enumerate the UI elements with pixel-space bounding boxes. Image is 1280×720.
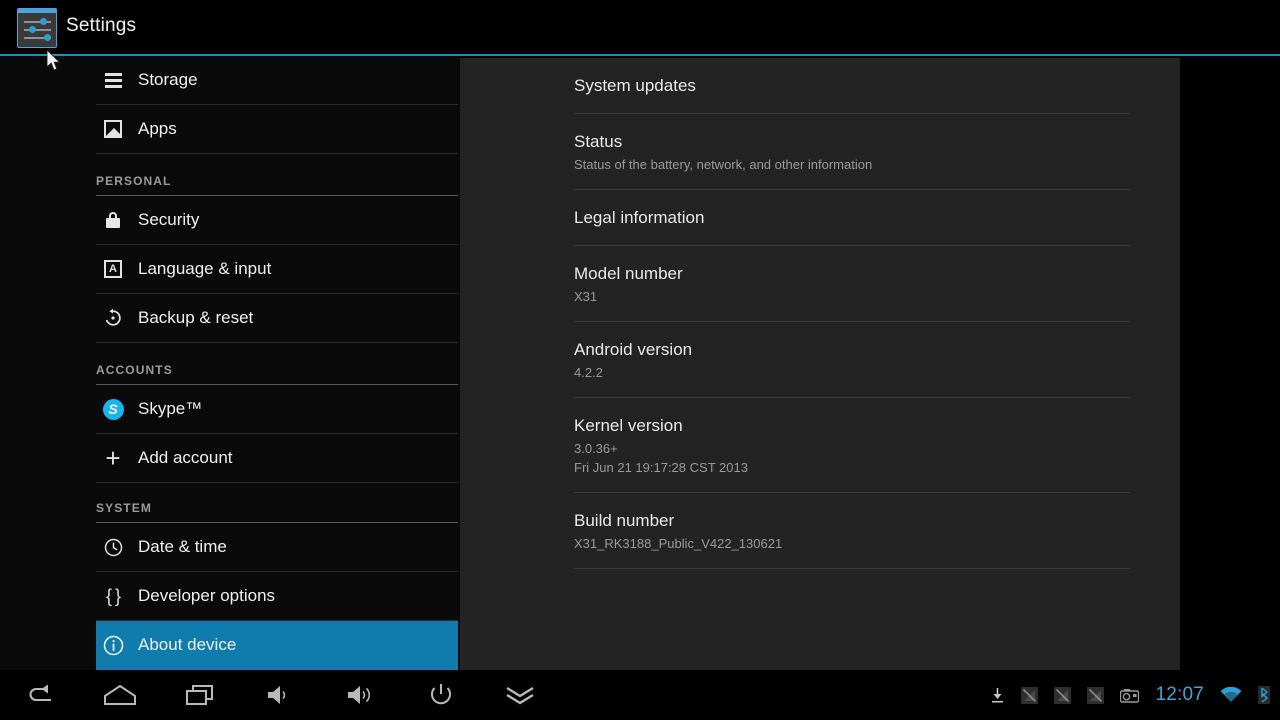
pref-title: Kernel version	[574, 416, 683, 435]
mouse-cursor	[47, 50, 61, 71]
pref-kernel-version[interactable]: Kernel version 3.0.36+ Fri Jun 21 19:17:…	[574, 398, 1130, 493]
wifi-icon[interactable]	[1220, 686, 1242, 704]
sidebar-item-label: Apps	[138, 119, 177, 138]
sidebar-item-security[interactable]: Security	[96, 196, 458, 245]
sidebar-item-label: Backup & reset	[138, 308, 254, 327]
settings-sidebar: Storage Apps PERSONAL Security A Languag…	[0, 56, 460, 670]
no-signal-icon[interactable]	[1054, 686, 1072, 704]
system-navigation-bar: 12:07	[0, 670, 1280, 720]
back-icon[interactable]	[4, 670, 76, 720]
sidebar-item-apps[interactable]: Apps	[96, 105, 458, 154]
language-icon: A	[96, 260, 130, 278]
pref-legal-information[interactable]: Legal information	[574, 190, 1130, 246]
status-clock: 12:07	[1155, 684, 1204, 705]
pref-summary: X31_RK3188_Public_V422_130621	[574, 536, 783, 551]
skype-icon: S	[96, 398, 130, 420]
sidebar-item-label: Developer options	[138, 586, 276, 605]
page-title: Settings	[66, 15, 137, 36]
sidebar-item-date-time[interactable]: Date & time	[96, 523, 458, 572]
backup-reset-icon	[96, 308, 130, 328]
sidebar-item-backup-reset[interactable]: Backup & reset	[96, 294, 458, 343]
sidebar-header-personal: PERSONAL	[96, 154, 458, 196]
screenshot-camera-icon[interactable]	[1120, 688, 1140, 703]
pref-status[interactable]: Status Status of the battery, network, a…	[574, 114, 1130, 190]
pref-build-number[interactable]: Build number X31_RK3188_Public_V422_1306…	[574, 493, 1130, 569]
sidebar-item-label: Date & time	[138, 537, 227, 556]
sidebar-item-label: Security	[138, 210, 200, 229]
sidebar-item-add-account[interactable]: + Add account	[96, 434, 458, 483]
bluetooth-icon[interactable]	[1258, 686, 1270, 704]
about-device-panel: System updates Status Status of the batt…	[460, 58, 1180, 670]
pref-title: Legal information	[574, 208, 705, 227]
home-icon[interactable]	[84, 670, 156, 720]
sidebar-item-label: Language & input	[138, 259, 272, 278]
clock-icon	[96, 538, 130, 557]
volume-up-icon[interactable]	[325, 670, 397, 720]
sidebar-item-about-device[interactable]: About device	[96, 621, 458, 670]
pref-system-updates[interactable]: System updates	[574, 58, 1130, 114]
pref-summary: X31	[574, 289, 598, 304]
pref-title: System updates	[574, 76, 696, 95]
title-bar: Settings	[0, 0, 1280, 55]
plus-icon: +	[105, 443, 121, 473]
sidebar-item-label: About device	[138, 635, 237, 654]
recents-icon[interactable]	[164, 670, 236, 720]
info-circle-icon	[96, 635, 130, 656]
pref-title: Model number	[574, 264, 683, 283]
sidebar-item-skype[interactable]: S Skype™	[96, 385, 458, 434]
settings-sliders-icon[interactable]	[17, 8, 57, 48]
pref-summary: Status of the battery, network, and othe…	[574, 157, 873, 172]
volume-down-icon[interactable]	[243, 670, 315, 720]
download-icon[interactable]	[990, 687, 1005, 704]
pref-title: Status	[574, 132, 623, 151]
pref-title: Android version	[574, 340, 693, 359]
sidebar-header-accounts: ACCOUNTS	[96, 343, 458, 385]
sidebar-item-developer-options[interactable]: { } Developer options	[96, 572, 458, 621]
pref-title: Build number	[574, 511, 675, 530]
hide-navbar-icon[interactable]	[484, 670, 556, 720]
pref-summary: 4.2.2	[574, 365, 603, 380]
storage-icon	[96, 72, 130, 88]
status-tray: 12:07	[990, 670, 1270, 720]
sidebar-header-system: SYSTEM	[96, 483, 458, 523]
android-settings-screen: Settings Storage Apps PERSONAL Security …	[0, 0, 1280, 720]
sidebar-item-storage[interactable]: Storage	[96, 56, 458, 105]
sidebar-item-label: Storage	[138, 70, 198, 89]
power-icon[interactable]	[405, 670, 477, 720]
sidebar-item-language-input[interactable]: A Language & input	[96, 245, 458, 294]
lock-icon	[96, 212, 130, 228]
braces-icon: { }	[105, 585, 121, 606]
sidebar-item-label: Add account	[138, 448, 233, 467]
sidebar-item-label: Skype™	[138, 399, 203, 418]
no-signal-icon[interactable]	[1087, 686, 1105, 704]
pref-summary: 3.0.36+ Fri Jun 21 19:17:28 CST 2013	[574, 441, 748, 475]
apps-icon	[96, 120, 130, 138]
pref-model-number[interactable]: Model number X31	[574, 246, 1130, 322]
pref-android-version[interactable]: Android version 4.2.2	[574, 322, 1130, 398]
no-signal-icon[interactable]	[1021, 686, 1039, 704]
